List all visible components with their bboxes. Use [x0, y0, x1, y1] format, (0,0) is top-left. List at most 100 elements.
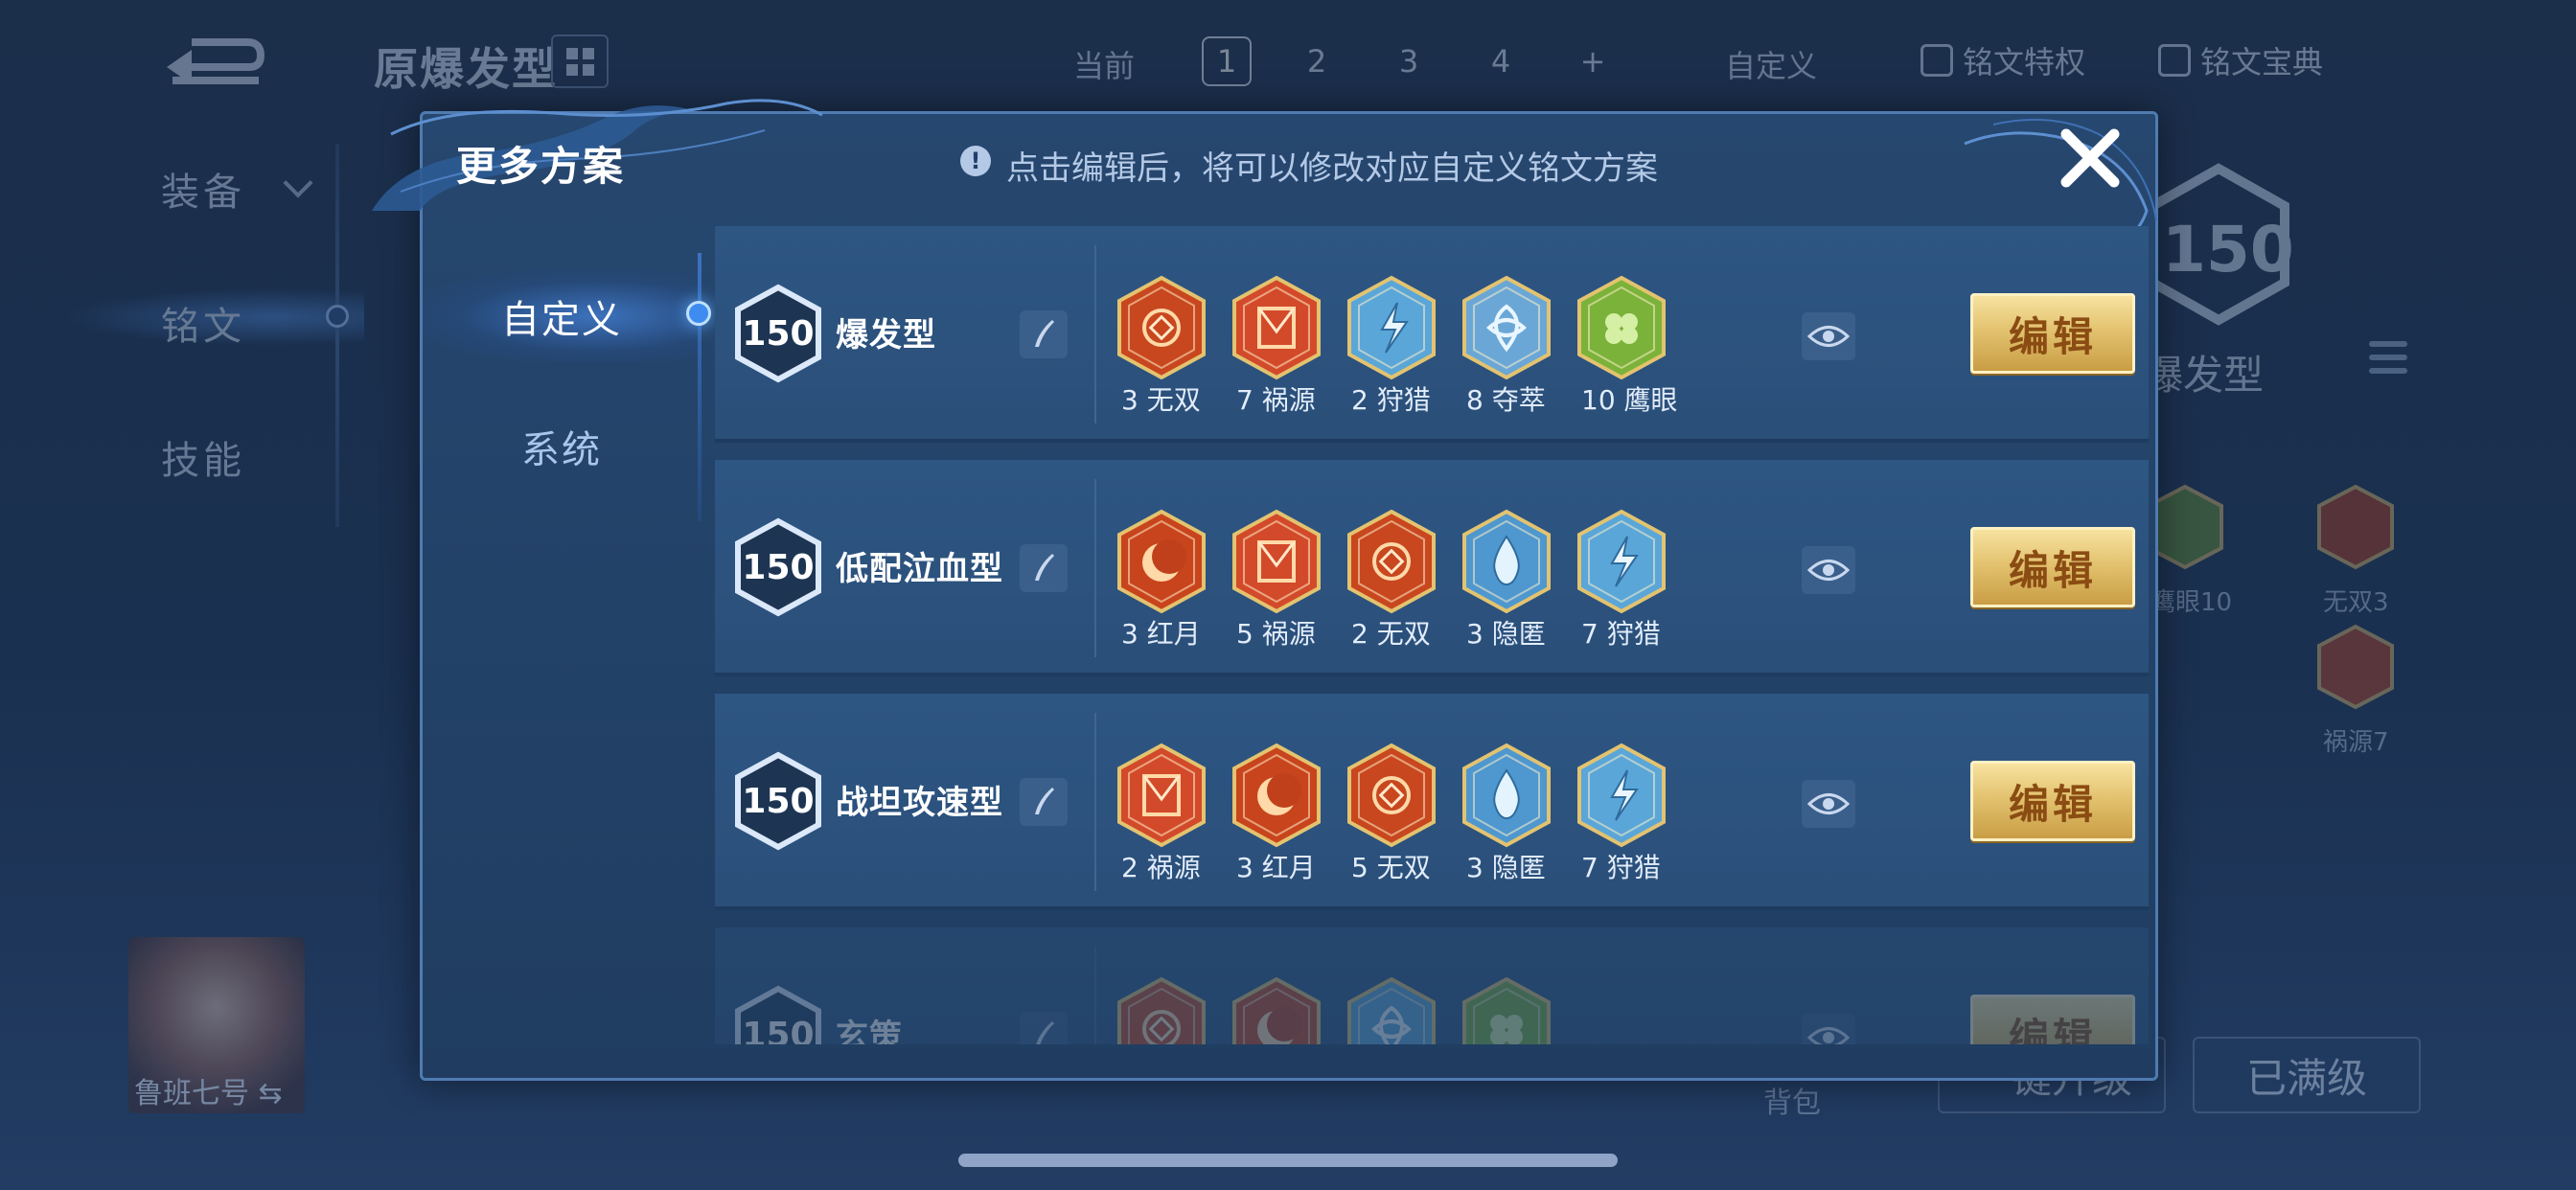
rename-button[interactable]: [1020, 310, 1068, 358]
sidebar-item-runes[interactable]: 铭文: [161, 295, 245, 351]
summary-rune-label: 无双3: [2323, 588, 2389, 617]
scheme-row: 150 爆发型 3 无双 7 祸源 2 狩猎 8 夺萃 10 鹰眼 编辑: [715, 226, 2149, 443]
level-badge: 150: [734, 751, 822, 851]
rune-icon: [1230, 274, 1322, 389]
rune-label: 2 无双: [1351, 618, 1431, 650]
rune-icon: [1576, 742, 1668, 857]
rune-label: 3 红月: [1236, 852, 1316, 883]
rune-icon: [1116, 742, 1208, 857]
grid-view-button[interactable]: [551, 34, 609, 88]
rune-icon: [1460, 742, 1552, 857]
rune-label: 7 祸源: [1236, 384, 1316, 416]
summary-rune-huoyuan-icon: [2317, 624, 2394, 710]
close-button[interactable]: [2057, 125, 2124, 192]
summary-level: 150: [2162, 213, 2294, 286]
tab-custom[interactable]: 自定义: [422, 270, 702, 362]
sidebar-item-skills[interactable]: 技能: [161, 429, 245, 485]
tab-divider: [698, 253, 702, 521]
rune-icon: [1230, 975, 1322, 1044]
rename-button[interactable]: [1020, 544, 1068, 592]
sidebar-divider: [335, 144, 339, 527]
rune-label: 5 无双: [1351, 852, 1431, 883]
rune-icon: [1116, 975, 1208, 1044]
preview-button[interactable]: [1802, 1014, 1855, 1044]
maxed-button[interactable]: 已满级: [2193, 1037, 2421, 1113]
tab-system[interactable]: 系统: [422, 400, 702, 492]
rune-icon: [1576, 274, 1668, 389]
rune-icon: [1230, 742, 1322, 857]
pen-icon: [1035, 788, 1054, 814]
level-badge: 150: [734, 284, 822, 383]
chevron-down-icon: [283, 168, 313, 198]
home-indicator[interactable]: [958, 1154, 1618, 1167]
row-divider: [1094, 713, 1096, 891]
edit-button[interactable]: 编辑: [1970, 761, 2135, 841]
active-tab-indicator: [686, 301, 711, 326]
rune-codex-label: 铭文宝典: [2200, 44, 2324, 80]
scheme-name: 战坦攻速型: [836, 784, 1003, 822]
back-arrow-icon[interactable]: [153, 29, 268, 96]
rename-button[interactable]: [1020, 778, 1068, 826]
scheme-list[interactable]: 150 爆发型 3 无双 7 祸源 2 狩猎 8 夺萃 10 鹰眼 编辑 150 低…: [715, 226, 2152, 1044]
rune-label: 3 无双: [1121, 384, 1201, 416]
rune-label: 3 红月: [1121, 618, 1201, 650]
rune-label: 5 祸源: [1236, 618, 1316, 650]
level-value: 150: [742, 547, 815, 587]
preview-button[interactable]: [1802, 780, 1855, 828]
hero-name[interactable]: 鲁班七号 ⇆: [134, 1069, 283, 1111]
rune-icon: [1116, 508, 1208, 623]
privilege-icon: [1920, 44, 1953, 77]
scheme-name: 爆发型: [836, 316, 936, 355]
rune-label: 2 祸源: [1121, 852, 1201, 883]
rune-label: 3 隐匿: [1466, 852, 1546, 883]
level-badge: 150: [734, 985, 822, 1044]
custom-label[interactable]: 自定义: [1725, 42, 1817, 86]
scheme-name: 低配泣血型: [836, 550, 1003, 588]
rune-codex-link[interactable]: 铭文宝典: [2158, 38, 2323, 82]
edit-button[interactable]: 编辑: [1970, 527, 2135, 607]
edit-button[interactable]: 编辑: [1970, 293, 2135, 374]
rune-icon: [1346, 274, 1438, 389]
rune-label: 8 夺萃: [1466, 384, 1546, 416]
page-button-1[interactable]: 1: [1202, 36, 1252, 86]
page-button-3[interactable]: 3: [1384, 36, 1434, 86]
rune-label: 10 鹰眼: [1581, 384, 1678, 416]
rename-button[interactable]: [1020, 1012, 1068, 1044]
preview-button[interactable]: [1802, 546, 1855, 594]
rune-icon: [1116, 274, 1208, 389]
rune-icon: [1346, 508, 1438, 623]
rune-label: 7 狩猎: [1581, 852, 1661, 883]
row-divider: [1094, 245, 1096, 423]
modal-title: 更多方案: [456, 143, 626, 190]
pen-icon: [1035, 320, 1054, 347]
rune-icon: [1230, 508, 1322, 623]
preview-button[interactable]: [1802, 312, 1855, 360]
eye-icon: [1807, 793, 1850, 814]
page-button-2[interactable]: 2: [1292, 36, 1342, 86]
add-page-button[interactable]: +: [1568, 36, 1618, 86]
rune-icon: [1346, 975, 1438, 1044]
current-label: 当前: [1073, 48, 1136, 84]
info-icon: !: [960, 146, 991, 176]
close-icon: [2060, 128, 2120, 188]
rune-icon: [1460, 508, 1552, 623]
sidebar-item-equipment[interactable]: 装备: [161, 161, 245, 217]
rune-icon: [1460, 274, 1552, 389]
bag-label[interactable]: 背包: [1763, 1079, 1821, 1121]
summary-rune-label: 祸源7: [2323, 728, 2389, 757]
page-button-4[interactable]: 4: [1476, 36, 1526, 86]
rune-icon: [1346, 742, 1438, 857]
rune-privilege-link[interactable]: 铭文特权: [1920, 38, 2085, 82]
scheme-row: 150 低配泣血型 3 红月 5 祸源 2 无双 3 隐匿 7 狩猎 编辑: [715, 460, 2149, 676]
eye-icon: [1807, 326, 1850, 347]
rune-privilege-label: 铭文特权: [1963, 44, 2086, 80]
edit-button[interactable]: 编辑: [1970, 995, 2135, 1044]
menu-icon[interactable]: [2369, 341, 2407, 389]
rune-label: 2 狩猎: [1351, 384, 1431, 416]
grid-icon: [565, 47, 594, 76]
codex-icon: [2158, 44, 2191, 77]
level-value: 150: [742, 781, 815, 821]
swap-icon: ⇆: [258, 1077, 283, 1110]
summary-rune-label: 鹰眼10: [2150, 588, 2233, 617]
pen-icon: [1036, 1021, 1054, 1044]
